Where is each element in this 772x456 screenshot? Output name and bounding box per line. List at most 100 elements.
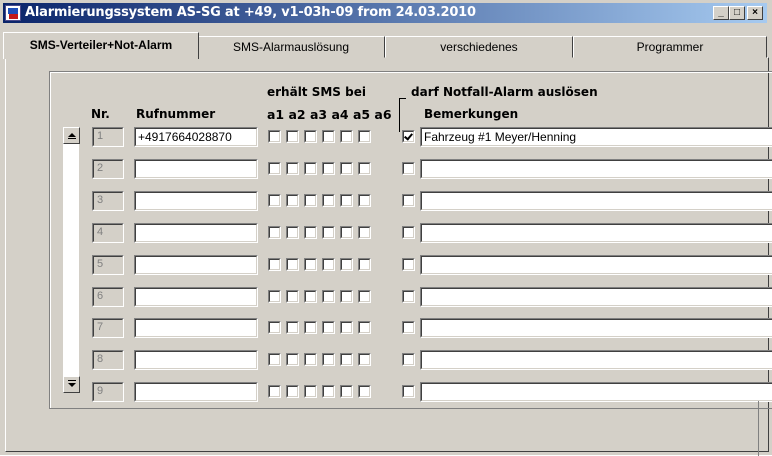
sms-a1-checkbox[interactable] [268,162,281,175]
sms-a1-checkbox[interactable] [268,130,281,143]
notfall-alarm-checkbox[interactable] [402,226,415,239]
sms-a6-checkbox[interactable] [358,162,371,175]
sms-a4-checkbox[interactable] [322,194,335,207]
sms-a3-checkbox[interactable] [304,321,317,334]
vertical-scrollbar[interactable] [63,127,80,393]
sms-a6-checkbox[interactable] [358,385,371,398]
sms-a5-checkbox[interactable] [340,194,353,207]
scroll-down-button[interactable] [63,376,80,393]
row-number-field: 6 [92,287,124,307]
notfall-alarm-checkbox[interactable] [402,290,415,303]
sms-a1-checkbox[interactable] [268,290,281,303]
sms-a6-checkbox[interactable] [358,194,371,207]
sms-a5-checkbox[interactable] [340,130,353,143]
sms-a6-checkbox[interactable] [358,130,371,143]
sms-a2-checkbox[interactable] [286,385,299,398]
bemerkung-input[interactable] [420,350,772,370]
sms-a1-checkbox[interactable] [268,194,281,207]
phone-number-input[interactable] [134,318,258,338]
phone-number-input[interactable] [134,382,258,402]
sms-a5-checkbox[interactable] [340,258,353,271]
sms-a2-checkbox[interactable] [286,130,299,143]
phone-number-input[interactable] [134,350,258,370]
sms-a5-checkbox[interactable] [340,162,353,175]
sms-a5-checkbox[interactable] [340,290,353,303]
sms-a3-checkbox[interactable] [304,290,317,303]
bemerkung-input[interactable]: Fahrzeug #1 Meyer/Henning [420,127,772,147]
sms-a2-checkbox[interactable] [286,162,299,175]
sms-a1-checkbox[interactable] [268,353,281,366]
sms-a3-checkbox[interactable] [304,130,317,143]
sms-a6-checkbox[interactable] [358,226,371,239]
phone-number-input[interactable] [134,287,258,307]
sms-a4-checkbox[interactable] [322,353,335,366]
sms-a3-checkbox[interactable] [304,162,317,175]
sms-a6-checkbox[interactable] [358,353,371,366]
sms-a3-checkbox[interactable] [304,194,317,207]
bemerkung-input[interactable] [420,255,772,275]
sms-a3-checkbox[interactable] [304,226,317,239]
phone-number-input[interactable] [134,191,258,211]
tab-label: Programmer [636,40,704,54]
phone-number-input[interactable] [134,223,258,243]
notfall-alarm-checkbox[interactable] [402,353,415,366]
sms-a4-checkbox[interactable] [322,290,335,303]
row-number-field: 3 [92,191,124,211]
sms-a2-checkbox[interactable] [286,321,299,334]
sms-a3-checkbox[interactable] [304,258,317,271]
sms-a5-checkbox[interactable] [340,385,353,398]
notfall-alarm-checkbox[interactable] [402,385,415,398]
sms-a5-checkbox[interactable] [340,321,353,334]
maximize-button[interactable]: □ [729,6,745,20]
sms-a1-checkbox[interactable] [268,385,281,398]
bemerkung-input[interactable] [420,223,772,243]
sms-a2-checkbox[interactable] [286,353,299,366]
sms-a1-checkbox[interactable] [268,321,281,334]
sms-a6-checkbox[interactable] [358,258,371,271]
sms-a6-checkbox[interactable] [358,290,371,303]
notfall-alarm-checkbox[interactable] [402,194,415,207]
sms-a5-checkbox[interactable] [340,226,353,239]
header-bracket [399,98,406,132]
bemerkung-input[interactable] [420,191,772,211]
bemerkung-input[interactable] [420,159,772,179]
phone-number-input[interactable]: +4917664028870 [134,127,258,147]
phone-number-input[interactable] [134,255,258,275]
row-number-field: 1 [92,127,124,147]
tab-sms-verteiler[interactable]: SMS-Verteiler+Not-Alarm [3,32,199,59]
close-button[interactable]: × [747,6,763,20]
sms-a4-checkbox[interactable] [322,226,335,239]
sms-a4-checkbox[interactable] [322,385,335,398]
scroll-up-button[interactable] [63,127,80,144]
sms-a4-checkbox[interactable] [322,321,335,334]
sms-a4-checkbox[interactable] [322,130,335,143]
sms-a3-checkbox[interactable] [304,385,317,398]
title-bar[interactable]: Alarmierungssystem AS-SG at +49, v1-03h-… [3,3,767,23]
scrollbar-track[interactable] [63,144,80,376]
sms-a1-checkbox[interactable] [268,258,281,271]
phone-number-input[interactable] [134,159,258,179]
app-icon[interactable] [5,5,21,21]
sms-a4-checkbox[interactable] [322,162,335,175]
sms-a2-checkbox[interactable] [286,226,299,239]
tab-sms-alarmausloesung[interactable]: SMS-Alarmauslösung [197,36,385,58]
sms-a2-checkbox[interactable] [286,258,299,271]
app-window: Alarmierungssystem AS-SG at +49, v1-03h-… [0,0,772,456]
sms-a4-checkbox[interactable] [322,258,335,271]
notfall-alarm-checkbox[interactable] [402,130,415,143]
tab-programmer[interactable]: Programmer [573,36,767,58]
sms-a2-checkbox[interactable] [286,290,299,303]
sms-a2-checkbox[interactable] [286,194,299,207]
notfall-alarm-checkbox[interactable] [402,321,415,334]
notfall-alarm-checkbox[interactable] [402,162,415,175]
bemerkung-input[interactable] [420,287,772,307]
bemerkung-input[interactable] [420,382,772,402]
sms-a6-checkbox[interactable] [358,321,371,334]
sms-a5-checkbox[interactable] [340,353,353,366]
sms-a3-checkbox[interactable] [304,353,317,366]
tab-verschiedenes[interactable]: verschiedenes [385,36,573,58]
sms-a1-checkbox[interactable] [268,226,281,239]
bemerkung-input[interactable] [420,318,772,338]
minimize-button[interactable]: _ [713,6,729,20]
notfall-alarm-checkbox[interactable] [402,258,415,271]
